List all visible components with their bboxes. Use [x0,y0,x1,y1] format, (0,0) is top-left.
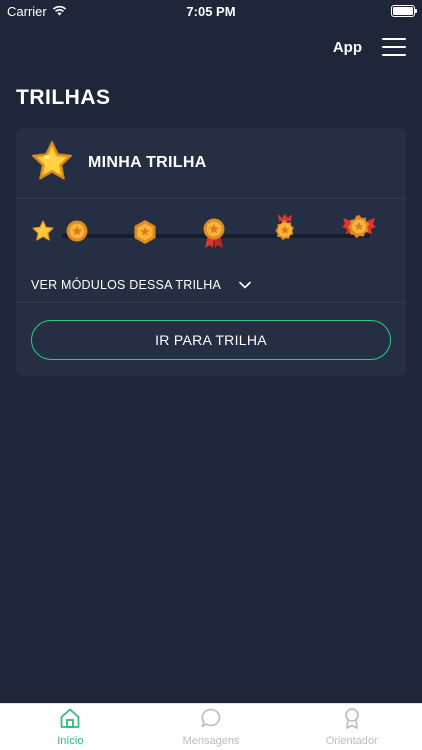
trail-title: MINHA TRILHA [88,154,207,171]
trail-progress [32,199,390,267]
battery-icon [391,5,417,17]
tab-bar: Início Mensagens Orientador [0,703,422,750]
menu-icon[interactable] [382,38,406,56]
page-title: TRILHAS [16,86,111,109]
tab-label: Mensagens [182,735,240,747]
tab-inicio[interactable]: Início [0,704,141,750]
home-icon [59,707,81,732]
carrier-label: Carrier [7,3,47,19]
app-label: App [332,38,362,56]
tab-label: Início [57,735,84,747]
tab-orientador[interactable]: Orientador [281,704,422,750]
tab-label: Orientador [325,735,378,747]
bronze-medal-icon [65,219,89,248]
trail-card: MINHA TRILHA VER MÓDULOS DESSA TRILHA IR… [16,128,406,376]
chevron-down-icon [239,278,251,292]
view-modules-toggle[interactable]: VER MÓDULOS DESSA TRILHA [16,267,406,303]
star-icon [32,220,54,247]
star-icon [30,140,74,187]
top-bar: App [333,38,406,56]
winged-medal-icon [342,213,376,248]
crowned-medal-icon [272,213,298,254]
status-left: Carrier [7,4,67,19]
wifi-icon [52,4,67,19]
award-icon [341,707,363,732]
tab-mensagens[interactable]: Mensagens [141,704,282,750]
view-modules-label: VER MÓDULOS DESSA TRILHA [31,277,222,292]
chat-bubble-icon [200,707,222,732]
status-bar: Carrier 7:05 PM [0,0,422,22]
go-to-trail-button[interactable]: IR PARA TRILHA [31,320,391,360]
ribbon-medal-icon [202,217,226,254]
hexagon-badge-icon [133,219,157,250]
trail-card-header: MINHA TRILHA [16,128,406,199]
